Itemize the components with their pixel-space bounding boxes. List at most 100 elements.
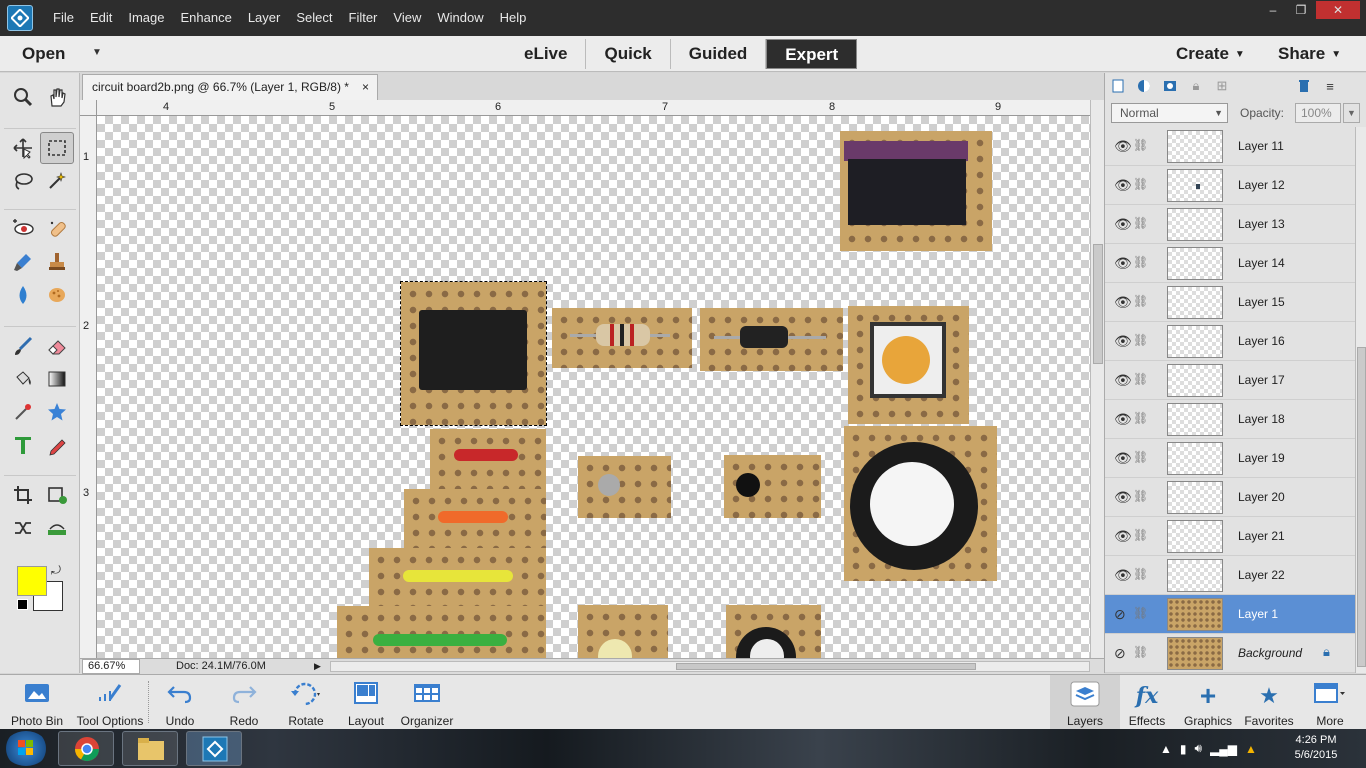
show-hidden-icons-icon[interactable]: ▲ [1160, 742, 1172, 756]
layer-row[interactable]: 👁︎ ⛓︎ Layer 22 [1105, 556, 1355, 595]
volume-icon[interactable]: 🔊︎ [1195, 741, 1203, 756]
zoom-tool-icon[interactable] [6, 81, 40, 113]
mode-guided[interactable]: Guided [671, 39, 767, 69]
menu-view[interactable]: View [385, 0, 429, 36]
visibility-eye-icon[interactable]: 👁︎ [1114, 489, 1132, 506]
status-menu-icon[interactable]: ▶ [314, 659, 321, 674]
link-icon[interactable]: ⛓︎ [1133, 333, 1148, 347]
red-eye-icon[interactable] [6, 213, 40, 245]
document-tab[interactable]: circuit board2b.png @ 66.7% (Layer 1, RG… [82, 74, 378, 100]
link-icon[interactable]: ⛓︎ [1133, 372, 1148, 386]
menu-help[interactable]: Help [492, 0, 535, 36]
panel-menu-icon[interactable]: ≡ [1317, 75, 1343, 97]
visibility-hidden-icon[interactable]: ⊘ [1114, 645, 1126, 662]
lasso-tool-icon[interactable] [6, 165, 40, 197]
create-button[interactable]: Create ▼ [1176, 36, 1245, 73]
layer-row[interactable]: 👁︎ ⛓︎ Layer 14 [1105, 244, 1355, 283]
photoshop-elements-taskbar-button[interactable] [186, 731, 242, 766]
close-button[interactable]: ✕ [1316, 1, 1360, 19]
minimize-button[interactable]: – [1260, 1, 1286, 19]
move-tool-icon[interactable] [6, 132, 40, 164]
layers-scrollbar[interactable] [1355, 127, 1366, 673]
undo-button[interactable]: Undo [145, 675, 215, 730]
organizer-button[interactable]: Organizer [392, 675, 462, 730]
visibility-eye-icon[interactable]: 👁︎ [1114, 255, 1132, 272]
lock-all-icon[interactable]: 🔒︎ [1183, 75, 1209, 97]
visibility-eye-icon[interactable]: 👁︎ [1114, 216, 1132, 233]
recompose-tool-icon[interactable] [40, 479, 74, 511]
explorer-taskbar-button[interactable] [122, 731, 178, 766]
app-logo-icon[interactable] [7, 5, 33, 31]
layer-row[interactable]: 👁︎ ⛓︎ Layer 11 [1105, 127, 1355, 166]
eraser-tool-icon[interactable] [40, 330, 74, 362]
blur-tool-icon[interactable] [6, 279, 40, 311]
mode-elive[interactable]: eLive [506, 39, 587, 69]
zoom-field[interactable]: 66.67% [82, 659, 140, 674]
straighten-tool-icon[interactable] [40, 512, 74, 544]
open-button[interactable]: Open [22, 36, 65, 72]
lock-transparent-icon[interactable]: ⊞ [1209, 75, 1235, 97]
layer-row[interactable]: 👁︎ ⛓︎ Layer 19 [1105, 439, 1355, 478]
hand-tool-icon[interactable] [40, 81, 74, 113]
restore-button[interactable]: ❐ [1288, 1, 1314, 19]
visibility-eye-icon[interactable]: 👁︎ [1114, 411, 1132, 428]
layers-panel-button[interactable]: Layers [1050, 675, 1120, 730]
link-icon[interactable]: ⛓︎ [1133, 411, 1148, 425]
menu-image[interactable]: Image [120, 0, 172, 36]
layer-row[interactable]: 👁︎ ⛓︎ Layer 17 [1105, 361, 1355, 400]
visibility-eye-icon[interactable]: 👁︎ [1114, 138, 1132, 155]
spot-healing-icon[interactable] [40, 213, 74, 245]
opacity-dropdown-icon[interactable]: ▼ [1343, 103, 1360, 123]
brush-tool-icon[interactable] [6, 330, 40, 362]
network-icon[interactable]: ▂▄▆ [1210, 742, 1237, 756]
layer-row[interactable]: 👁︎ ⛓︎ Layer 13 [1105, 205, 1355, 244]
content-aware-move-icon[interactable] [6, 512, 40, 544]
menu-window[interactable]: Window [429, 0, 491, 36]
link-icon[interactable]: ⛓︎ [1133, 138, 1148, 152]
menu-filter[interactable]: Filter [341, 0, 386, 36]
start-button[interactable] [4, 731, 48, 766]
new-layer-icon[interactable] [1105, 75, 1131, 97]
swap-colors-icon[interactable]: ⤾ [51, 563, 61, 578]
type-tool-icon[interactable] [6, 429, 40, 461]
foreground-color-swatch[interactable] [17, 566, 47, 596]
paint-bucket-icon[interactable] [6, 363, 40, 395]
link-icon[interactable]: ⛓︎ [1133, 294, 1148, 308]
visibility-eye-icon[interactable]: 👁︎ [1114, 372, 1132, 389]
layer-row[interactable]: ⊘ ⛓︎ Background 🔒︎ [1105, 634, 1355, 673]
link-icon[interactable]: ⛓︎ [1133, 255, 1148, 269]
menu-enhance[interactable]: Enhance [173, 0, 240, 36]
adjustment-layer-icon[interactable] [1131, 75, 1157, 97]
scrollbar-thumb[interactable] [1357, 347, 1366, 667]
layer-row[interactable]: 👁︎ ⛓︎ Layer 12 [1105, 166, 1355, 205]
scrollbar-thumb[interactable] [1093, 244, 1103, 364]
share-button[interactable]: Share ▼ [1278, 36, 1341, 73]
magic-wand-icon[interactable] [40, 165, 74, 197]
link-icon[interactable]: ⛓︎ [1133, 645, 1148, 659]
visibility-eye-icon[interactable]: 👁︎ [1114, 294, 1132, 311]
link-icon[interactable]: ⛓︎ [1133, 528, 1148, 542]
custom-shape-icon[interactable] [40, 396, 74, 428]
mode-expert[interactable]: Expert [766, 39, 858, 69]
menu-select[interactable]: Select [288, 0, 340, 36]
link-icon[interactable]: ⛓︎ [1133, 450, 1148, 464]
layout-button[interactable]: Layout [331, 675, 401, 730]
layer-row[interactable]: 👁︎ ⛓︎ Layer 20 [1105, 478, 1355, 517]
link-icon[interactable]: ⛓︎ [1133, 567, 1148, 581]
eyedropper-icon[interactable] [6, 396, 40, 428]
default-colors-icon[interactable] [17, 599, 28, 610]
redo-button[interactable]: Redo [209, 675, 279, 730]
opacity-field[interactable]: 100% [1295, 103, 1341, 123]
google-drive-icon[interactable]: ▲ [1245, 742, 1257, 756]
scrollbar-thumb[interactable] [676, 663, 976, 670]
layer-row[interactable]: 👁︎ ⛓︎ Layer 21 [1105, 517, 1355, 556]
blend-mode-select[interactable]: Normal ▼ [1111, 103, 1228, 123]
open-dropdown-icon[interactable]: ▼ [92, 36, 102, 70]
image-canvas[interactable] [97, 116, 1090, 658]
gradient-tool-icon[interactable] [40, 363, 74, 395]
battery-icon[interactable]: ▮ [1180, 742, 1187, 756]
crop-tool-icon[interactable] [6, 479, 40, 511]
effects-button[interactable]: fx Effects [1112, 675, 1182, 730]
visibility-eye-icon[interactable]: 👁︎ [1114, 333, 1132, 350]
canvas-vertical-scrollbar[interactable] [1090, 100, 1104, 658]
